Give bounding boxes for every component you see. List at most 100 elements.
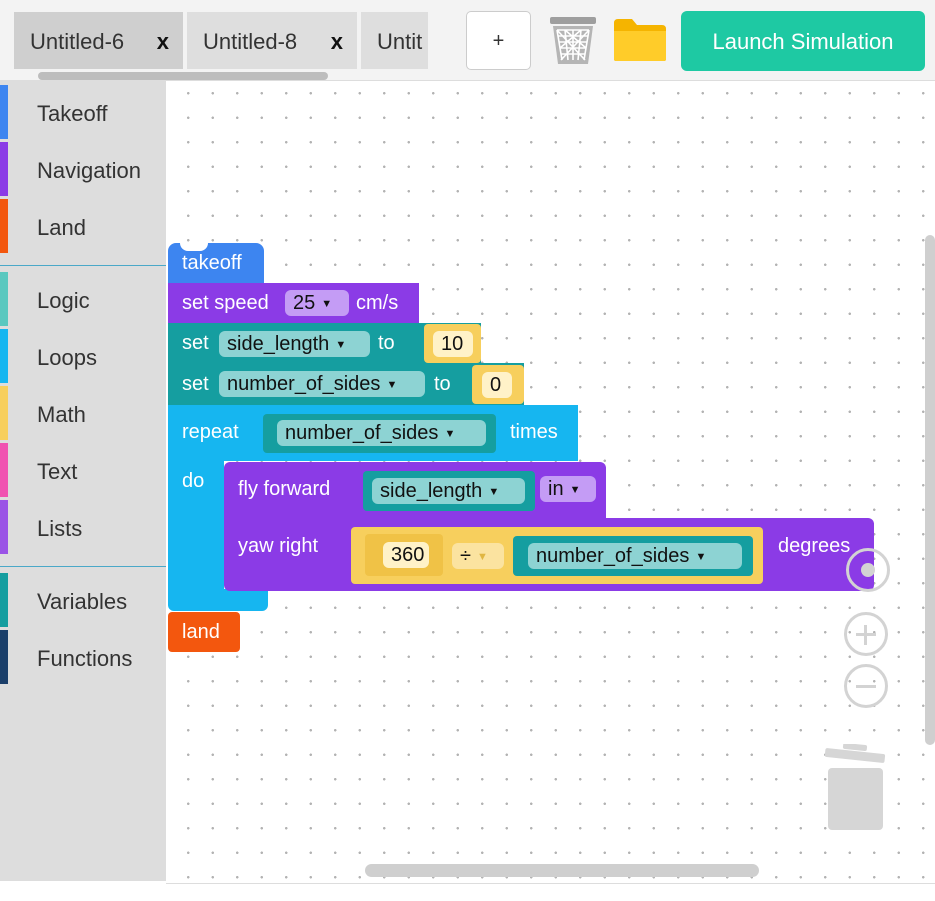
category-label: Variables	[37, 589, 128, 614]
vertical-scrollbar[interactable]	[925, 235, 935, 745]
variable-dropdown[interactable]: number_of_sides ▼	[219, 371, 425, 397]
tab-label: Untitled-8	[203, 29, 298, 54]
operator-value: ÷	[460, 545, 471, 567]
recenter-icon[interactable]	[846, 548, 890, 592]
workspace-border	[166, 883, 935, 884]
tab-scrollbar[interactable]	[38, 72, 328, 80]
variable-name: number_of_sides	[285, 422, 439, 444]
category-logic[interactable]: Logic	[0, 272, 166, 326]
unit-dropdown[interactable]: in ▼	[540, 476, 596, 502]
set-label: set	[182, 373, 209, 395]
number-field[interactable]: 360	[383, 542, 429, 568]
fly-forward-block[interactable]: fly forward side_length ▼ in ▼	[224, 462, 606, 518]
degrees-label: degrees	[778, 535, 851, 557]
category-variables[interactable]: Variables	[0, 573, 166, 627]
yaw-right-label: yaw right	[238, 535, 319, 557]
unit-value: in	[548, 478, 564, 500]
category-label: Land	[37, 215, 86, 240]
variable-name: number_of_sides	[536, 545, 690, 567]
variable-dropdown[interactable]: side_length ▼	[372, 478, 525, 504]
category-loops[interactable]: Loops	[0, 329, 166, 383]
variable-reporter-block[interactable]: number_of_sides ▼	[513, 536, 753, 576]
category-text[interactable]: Text	[0, 443, 166, 497]
tab-close-button[interactable]: x	[157, 12, 169, 69]
category-land[interactable]: Land	[0, 199, 166, 253]
land-block[interactable]: land	[168, 612, 240, 652]
repeat-block-footer	[168, 589, 268, 611]
set-speed-block[interactable]: set speed 25 ▼ cm/s	[168, 283, 419, 323]
times-label: times	[510, 421, 558, 443]
number-field[interactable]: 10	[433, 331, 473, 357]
set-speed-label: set speed	[182, 292, 269, 314]
number-value: 10	[441, 333, 464, 355]
dropdown-arrow-icon: ▼	[321, 298, 333, 310]
category-math[interactable]: Math	[0, 386, 166, 440]
new-tab-button[interactable]: +	[466, 11, 531, 70]
zoom-out-icon[interactable]	[844, 664, 888, 708]
variable-dropdown[interactable]: side_length ▼	[219, 331, 370, 357]
do-label: do	[182, 470, 205, 492]
to-label: to	[434, 373, 451, 395]
speed-unit: cm/s	[356, 292, 399, 314]
yaw-right-block[interactable]: yaw right 360 ÷ ▼ number_of_sides ▼ degree…	[224, 518, 874, 591]
toolbox-separator	[0, 265, 166, 266]
variable-reporter-block[interactable]: number_of_sides ▼	[263, 414, 496, 453]
launch-simulation-button[interactable]: Launch Simulation	[681, 11, 925, 71]
category-takeoff[interactable]: Takeoff	[0, 85, 166, 139]
variable-name: side_length	[227, 333, 330, 355]
number-input-block[interactable]: 0	[472, 365, 524, 404]
dropdown-arrow-icon: ▼	[476, 551, 488, 563]
category-functions[interactable]: Functions	[0, 630, 166, 684]
operator-dropdown[interactable]: ÷ ▼	[452, 543, 504, 569]
repeat-label: repeat	[182, 421, 239, 443]
number-input-block[interactable]: 10	[424, 324, 481, 363]
variable-reporter-block[interactable]: side_length ▼	[363, 471, 535, 511]
dropdown-arrow-icon: ▼	[695, 551, 707, 563]
dropdown-arrow-icon: ▼	[444, 428, 456, 440]
category-label: Logic	[37, 288, 90, 313]
tab-untitled-6[interactable]: Untitled-6 x	[14, 12, 183, 69]
category-lists[interactable]: Lists	[0, 500, 166, 554]
repeat-block-arm: do	[168, 461, 224, 589]
category-label: Takeoff	[37, 101, 108, 126]
tab-untitled-8[interactable]: Untitled-8 x	[187, 12, 357, 69]
number-value: 0	[490, 374, 502, 396]
to-label: to	[378, 332, 395, 354]
top-bar: Untitled-6 x Untitled-8 x Untit + Launch…	[0, 0, 935, 81]
category-navigation[interactable]: Navigation	[0, 142, 166, 196]
tab-untitled-partial[interactable]: Untit	[361, 12, 428, 69]
category-label: Lists	[37, 516, 83, 541]
category-label: Text	[37, 459, 78, 484]
set-number-of-sides-block[interactable]: set number_of_sides ▼ to 0	[168, 363, 524, 405]
workspace-trash-icon[interactable]	[823, 742, 887, 832]
toolbox: Takeoff Navigation Land Logic Loops Math…	[0, 81, 166, 881]
number-field[interactable]: 0	[482, 372, 512, 398]
variable-name: number_of_sides	[227, 373, 381, 395]
set-side-length-block[interactable]: set side_length ▼ to 10	[168, 323, 481, 363]
horizontal-scrollbar[interactable]	[365, 864, 759, 877]
repeat-block[interactable]: repeat number_of_sides ▼ times	[168, 405, 578, 461]
speed-dropdown[interactable]: 25 ▼	[285, 290, 349, 316]
toolbox-separator	[0, 566, 166, 567]
tab-label: Untit	[377, 29, 423, 54]
dropdown-arrow-icon: ▼	[335, 339, 347, 351]
math-arithmetic-block[interactable]: 360 ÷ ▼ number_of_sides ▼	[351, 527, 763, 584]
land-label: land	[182, 621, 220, 643]
tab-close-button[interactable]: x	[331, 12, 343, 69]
category-label: Math	[37, 402, 86, 427]
category-label: Functions	[37, 646, 133, 671]
variable-dropdown[interactable]: number_of_sides ▼	[528, 543, 742, 569]
set-label: set	[182, 332, 209, 354]
variable-name: side_length	[380, 480, 483, 502]
takeoff-hat	[180, 243, 208, 251]
folder-icon[interactable]	[612, 17, 668, 63]
zoom-in-icon[interactable]	[844, 612, 888, 656]
speed-value: 25	[293, 292, 316, 314]
number-value: 360	[391, 544, 425, 566]
tab-label: Untitled-6	[30, 29, 125, 54]
takeoff-label: takeoff	[182, 252, 242, 274]
number-input-block[interactable]: 360	[365, 534, 443, 576]
trash-icon[interactable]	[548, 14, 598, 66]
dropdown-arrow-icon: ▼	[386, 379, 398, 391]
variable-dropdown[interactable]: number_of_sides ▼	[277, 420, 486, 446]
